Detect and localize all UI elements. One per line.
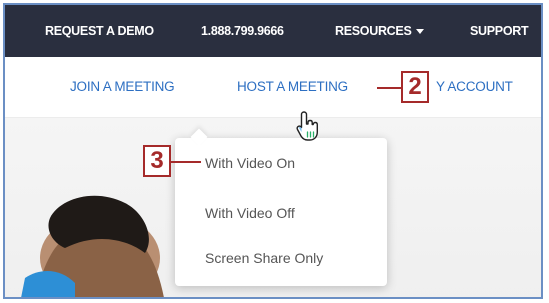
phone-number-link[interactable]: 1.888.799.9666: [201, 5, 284, 57]
callout-3-leader: [171, 161, 201, 163]
support-link[interactable]: SUPPORT: [470, 5, 529, 57]
screen-share-only-option[interactable]: Screen Share Only: [205, 248, 323, 268]
resources-menu[interactable]: RESOURCES: [335, 5, 425, 57]
request-demo-link[interactable]: REQUEST A DEMO: [45, 5, 154, 57]
join-meeting-link[interactable]: JOIN A MEETING: [70, 57, 175, 117]
callout-2: 2: [401, 71, 429, 103]
hand-pointer-icon: [296, 111, 318, 141]
host-meeting-link[interactable]: HOST A MEETING: [237, 57, 348, 117]
resources-label: RESOURCES: [335, 24, 412, 38]
with-video-on-option[interactable]: With Video On: [205, 153, 295, 173]
top-utility-bar: REQUEST A DEMO 1.888.799.9666 RESOURCES …: [5, 5, 541, 57]
main-nav: JOIN A MEETING HOST A MEETING Y ACCOUNT: [5, 57, 541, 118]
caret-down-icon: [416, 29, 425, 35]
my-account-link[interactable]: Y ACCOUNT: [436, 57, 513, 117]
callout-3: 3: [143, 145, 171, 177]
with-video-off-option[interactable]: With Video Off: [205, 203, 295, 223]
host-meeting-dropdown: With Video On With Video Off Screen Shar…: [175, 138, 387, 286]
screenshot-frame: REQUEST A DEMO 1.888.799.9666 RESOURCES …: [3, 3, 543, 299]
callout-2-leader: [377, 87, 401, 89]
